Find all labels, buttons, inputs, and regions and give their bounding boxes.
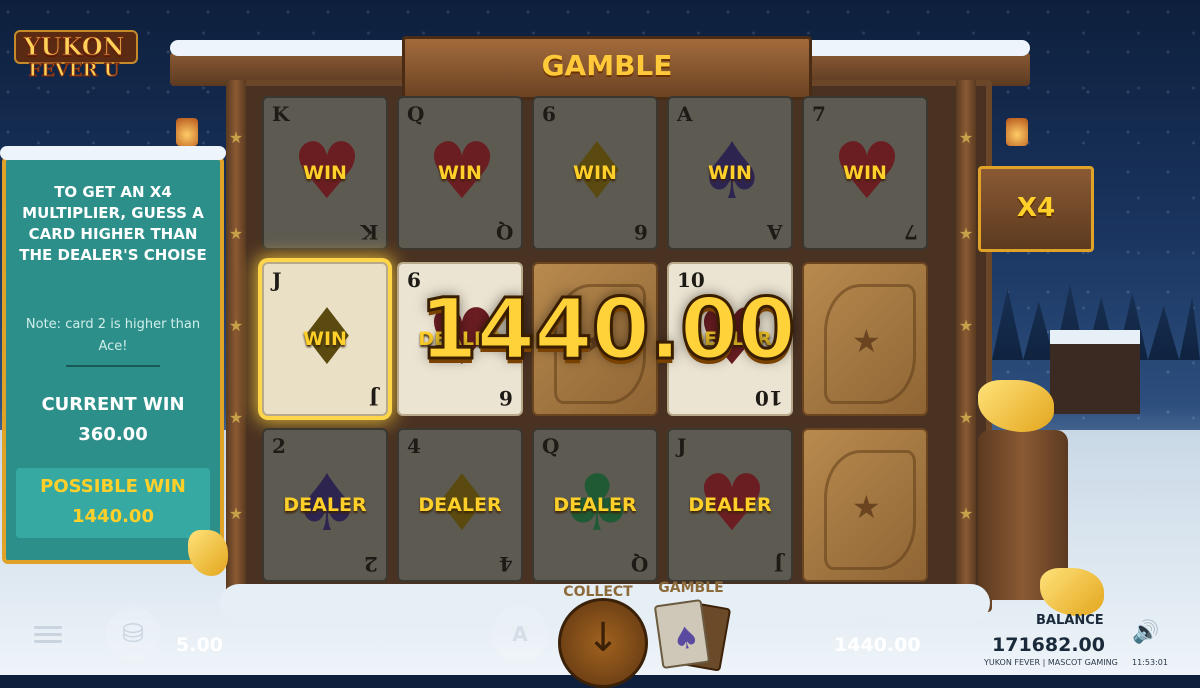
card-rank: 10	[755, 386, 783, 410]
gamble-button[interactable]: ♠	[652, 596, 732, 672]
card-front-icon: ♠	[653, 598, 711, 670]
star-icon: ★	[958, 224, 974, 243]
game-logo: YUKON FEVER U	[10, 20, 138, 92]
star-icon: ★	[958, 408, 974, 427]
card-rank: K	[272, 102, 290, 126]
down-arrow-icon: ↓	[586, 615, 620, 661]
possible-win-value: 1440.00	[72, 506, 154, 527]
card-label: DEALER	[418, 494, 502, 516]
card-rank: 2	[272, 434, 286, 458]
autoplay-icon: A	[512, 622, 528, 646]
card-label: WIN	[438, 162, 482, 184]
spade-icon: ♠	[670, 619, 702, 659]
bet-chips-button[interactable]: ⛁	[106, 607, 160, 661]
bet-value: 5.00	[176, 634, 223, 656]
win-label: WIN	[858, 613, 889, 628]
card-rank: K	[360, 220, 378, 244]
card-rank: A	[767, 220, 783, 244]
clock: 11:53:01	[1132, 658, 1168, 667]
card-rank: 4	[407, 434, 421, 458]
card-rank: J	[773, 552, 783, 576]
card-rank: 6	[634, 220, 648, 244]
lantern-left-icon	[176, 118, 198, 146]
card[interactable]: 2 ♠ DEALER 2	[262, 428, 388, 582]
card[interactable]: J ♥ DEALER J	[667, 428, 793, 582]
lantern-right-icon	[1006, 118, 1028, 146]
star-icon: ★	[958, 128, 974, 147]
card-rank: 2	[364, 552, 378, 576]
card[interactable]: A ♠ WIN A	[667, 96, 793, 250]
current-win-label: CURRENT WIN	[41, 394, 185, 415]
logo-line-2: FEVER U	[28, 60, 120, 82]
card[interactable]: 6 ♦ WIN 6	[532, 96, 658, 250]
gamble-label: GAMBLE	[658, 580, 724, 596]
big-win-amount: 1440.00	[418, 279, 798, 380]
card-label: WIN	[303, 162, 347, 184]
note-text: Note: card 2 is higher than Ace!	[25, 317, 201, 354]
card[interactable]: J ♦ WIN J	[262, 262, 388, 416]
gamble-title-plaque: GAMBLE	[402, 36, 812, 100]
card-rank: 6	[542, 102, 556, 126]
card-rank: Q	[542, 434, 560, 458]
star-icon: ★	[228, 224, 244, 243]
footer-credits: YUKON FEVER | MASCOT GAMING	[984, 658, 1118, 667]
card-rank: J	[272, 268, 282, 292]
card-label: WIN	[843, 162, 887, 184]
star-icon: ★	[852, 322, 881, 360]
possible-win-label: POSSIBLE WIN	[40, 476, 186, 497]
card-label: DEALER	[688, 494, 772, 516]
sound-icon[interactable]: 🔊	[1132, 620, 1168, 646]
card-label: WIN	[573, 162, 617, 184]
menu-icon[interactable]	[34, 622, 62, 644]
card-rank: 6	[499, 386, 513, 410]
card-rank: 7	[904, 220, 918, 244]
cabin	[1050, 330, 1140, 414]
possible-win-box: POSSIBLE WIN 1440.00	[16, 468, 210, 538]
star-icon: ★	[958, 504, 974, 523]
star-icon: ★	[228, 504, 244, 523]
balance-label: BALANCE	[1036, 613, 1104, 628]
logo-line-1: YUKON	[23, 32, 125, 62]
star-icon: ★	[228, 316, 244, 335]
card[interactable]: Q ♥ WIN Q	[397, 96, 523, 250]
card-rank: J	[368, 386, 378, 410]
card-back[interactable]: ★	[802, 428, 928, 582]
autoplay-button[interactable]: A	[492, 606, 548, 662]
multiplier-value: X4	[1016, 193, 1056, 223]
star-icon: ★	[852, 488, 881, 526]
card[interactable]: K ♥ WIN K	[262, 96, 388, 250]
star-icon: ★	[958, 316, 974, 335]
divider	[66, 365, 160, 367]
card[interactable]: 4 ♦ DEALER 4	[397, 428, 523, 582]
star-icon: ★	[228, 408, 244, 427]
balance-value: 171682.00	[992, 634, 1105, 656]
card-label: DEALER	[283, 494, 367, 516]
instructions-text: TO GET AN X4 MULTIPLIER, GUESS A CARD HI…	[19, 183, 207, 264]
chips-icon: ⛁	[122, 619, 144, 649]
card[interactable]: Q ♣ DEALER Q	[532, 428, 658, 582]
gamble-title: GAMBLE	[541, 49, 673, 82]
card-rank: Q	[630, 552, 648, 576]
card-rank: Q	[495, 220, 513, 244]
star-icon: ★	[228, 128, 244, 147]
multiplier-sign: X4	[978, 166, 1094, 252]
card-rank: A	[677, 102, 693, 126]
card-rank: 7	[812, 102, 826, 126]
card-rank: Q	[407, 102, 425, 126]
card[interactable]: 7 ♥ WIN 7	[802, 96, 928, 250]
current-win-value: 360.00	[78, 424, 148, 445]
card-label: WIN	[303, 328, 347, 350]
card-label: DEALER	[553, 494, 637, 516]
card-rank: 4	[499, 552, 513, 576]
card-back[interactable]: ★	[802, 262, 928, 416]
info-panel: TO GET AN X4 MULTIPLIER, GUESS A CARD HI…	[0, 146, 226, 564]
card-label: WIN	[708, 162, 752, 184]
bet-label: BET	[176, 613, 204, 628]
win-value: 1440.00	[834, 634, 921, 656]
card-rank: J	[677, 434, 687, 458]
